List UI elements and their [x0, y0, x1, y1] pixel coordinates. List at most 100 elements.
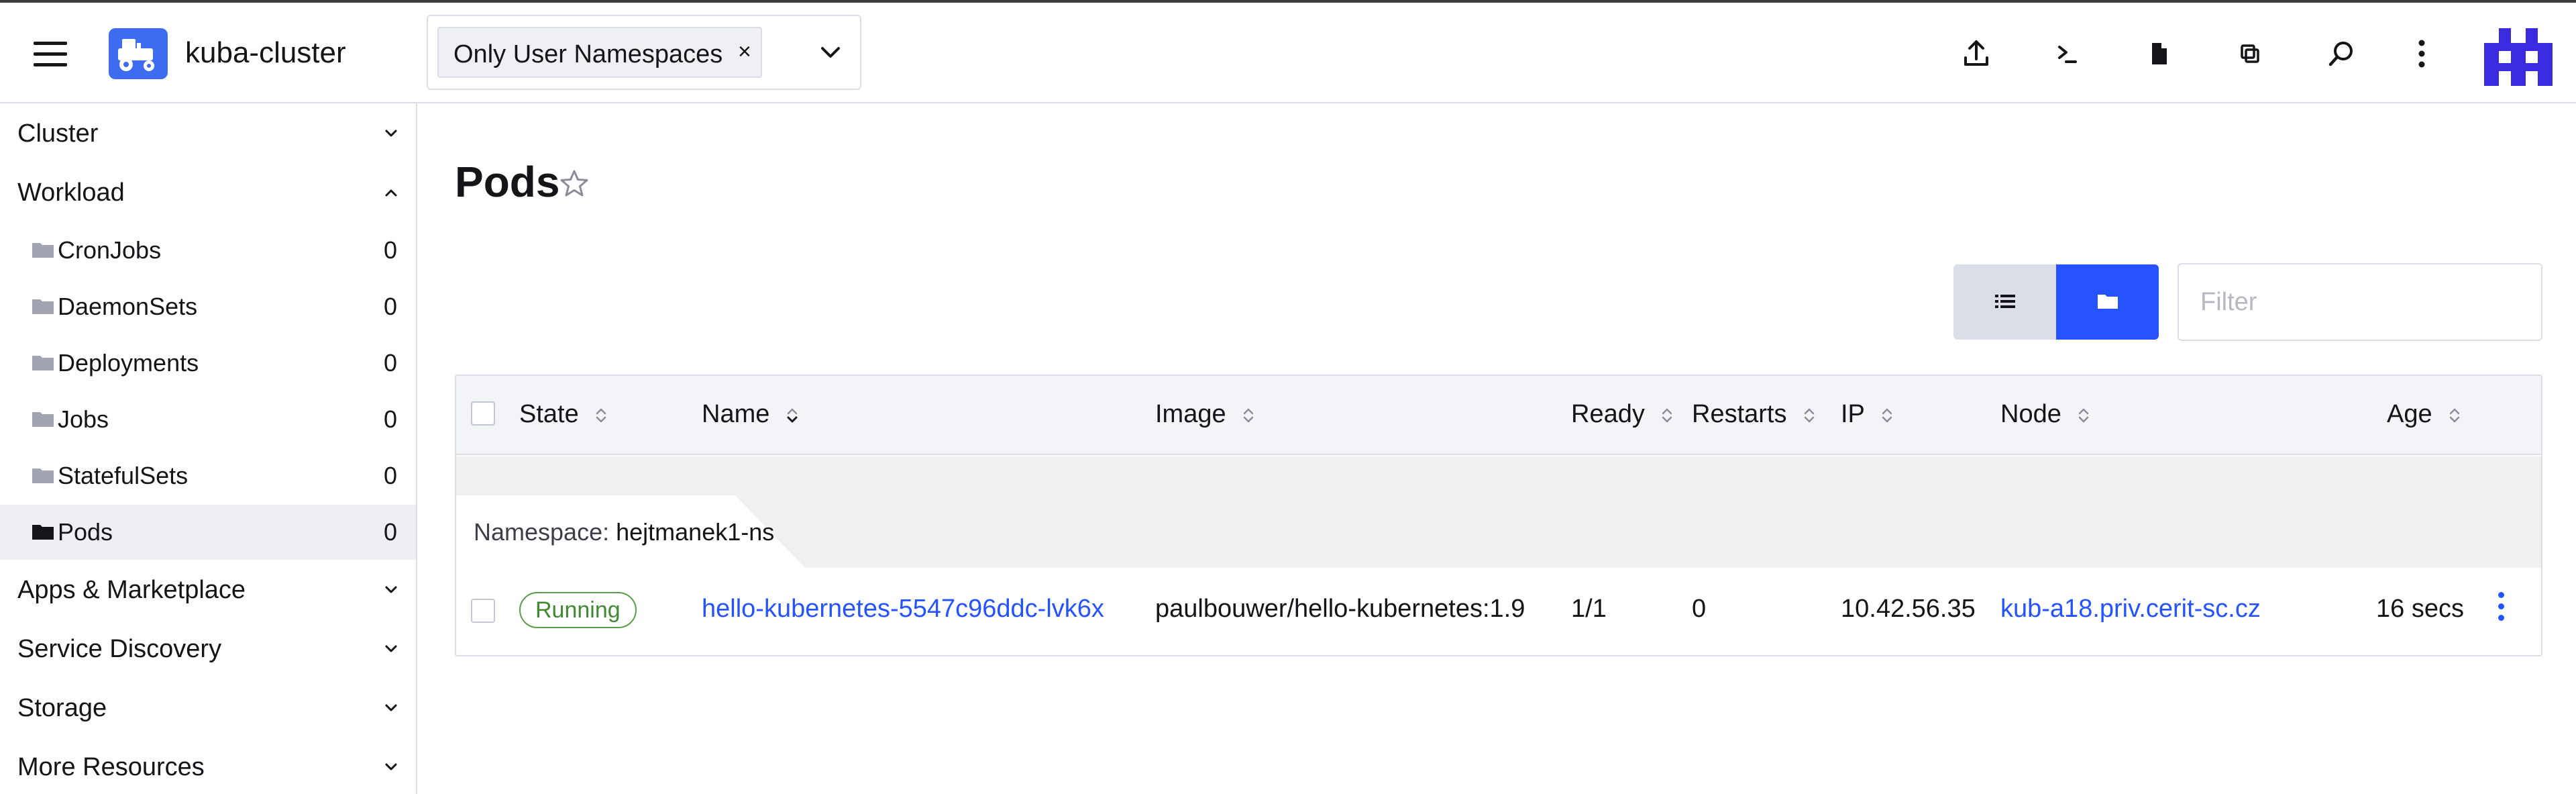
- flat-list-view-button[interactable]: [1953, 264, 2056, 340]
- column-header-label: Node: [2000, 400, 2061, 428]
- terminal-icon[interactable]: [2049, 35, 2086, 72]
- main-content: Pods State Name Im: [417, 103, 2576, 794]
- column-header-label: Ready: [1571, 400, 1645, 428]
- folder-icon: [32, 299, 54, 314]
- status-badge: Running: [519, 592, 637, 628]
- namespace-chip-remove-button[interactable]: ×: [738, 39, 751, 65]
- sidebar-item-label: Deployments: [58, 349, 199, 377]
- sidebar-item-count: 0: [384, 236, 398, 264]
- filter-input[interactable]: [2178, 263, 2542, 341]
- namespace-group-key: Namespace:: [474, 518, 610, 546]
- sidebar-item-count: 0: [384, 518, 398, 546]
- column-header-label: Image: [1155, 400, 1226, 428]
- namespace-group-label: Namespace: hejtmanek1-ns: [474, 518, 774, 546]
- top-bar: kuba-cluster Only User Namespaces ×: [0, 0, 2576, 103]
- sidebar-item-label: DaemonSets: [58, 293, 198, 320]
- sidebar-group-label: Workload: [17, 179, 125, 207]
- sort-icon: [1882, 408, 1892, 423]
- search-icon[interactable]: [2322, 35, 2360, 72]
- row-checkbox[interactable]: [471, 599, 495, 623]
- namespace-chip: Only User Namespaces ×: [437, 27, 762, 78]
- column-header-label: Age: [2387, 400, 2432, 428]
- pod-name-link[interactable]: hello-kubernetes-5547c96ddc-lvk6x: [702, 595, 1104, 624]
- sort-icon: [2079, 408, 2089, 423]
- sidebar-item-label: Pods: [58, 518, 113, 546]
- column-header-ip[interactable]: IP: [1841, 400, 1894, 429]
- sidebar-item-label: CronJobs: [58, 236, 162, 264]
- namespace-group-value: hejtmanek1-ns: [616, 518, 775, 546]
- view-mode-toggle: [1953, 264, 2159, 340]
- chevron-down-icon: [385, 704, 397, 711]
- upload-icon[interactable]: [1957, 35, 1995, 72]
- namespace-filter-select[interactable]: Only User Namespaces ×: [427, 15, 861, 90]
- sort-icon: [2449, 408, 2460, 423]
- folder-icon: [32, 243, 54, 258]
- sidebar-group-label: Apps & Marketplace: [17, 576, 246, 604]
- menu-icon[interactable]: [34, 42, 67, 67]
- page-title: Pods: [455, 158, 560, 206]
- sidebar-item-statefulsets[interactable]: StatefulSets 0: [0, 448, 416, 503]
- sidebar-item-count: 0: [384, 349, 398, 377]
- sidebar-group-storage[interactable]: Storage: [0, 681, 416, 734]
- select-all-checkbox[interactable]: [471, 401, 495, 426]
- sidebar-group-label: Storage: [17, 694, 107, 722]
- folder-icon: [2098, 295, 2118, 309]
- table-header: State Name Image Ready Restarts IP Node …: [456, 376, 2541, 455]
- folder-icon: [32, 525, 54, 540]
- column-header-node[interactable]: Node: [2000, 400, 2091, 429]
- sidebar-item-count: 0: [384, 462, 398, 489]
- sidebar-group-workload[interactable]: Workload: [0, 165, 416, 219]
- chevron-down-icon: [385, 130, 397, 137]
- column-header-restarts[interactable]: Restarts: [1692, 400, 1817, 429]
- pod-restarts: 0: [1692, 595, 1707, 623]
- sidebar-group-service-discovery[interactable]: Service Discovery: [0, 622, 416, 675]
- table-row: Running hello-kubernetes-5547c96ddc-lvk6…: [456, 568, 2541, 655]
- group-by-namespace-button[interactable]: [2056, 264, 2159, 340]
- sidebar-group-more-resources[interactable]: More Resources: [0, 740, 416, 793]
- chevron-down-icon: [385, 586, 397, 593]
- sidebar-item-daemonsets[interactable]: DaemonSets 0: [0, 279, 416, 334]
- column-header-ready[interactable]: Ready: [1571, 400, 1674, 429]
- column-header-age[interactable]: Age: [2387, 400, 2462, 429]
- chevron-down-icon: [385, 645, 397, 652]
- sidebar-item-pods[interactable]: Pods 0: [0, 505, 416, 560]
- column-header-image[interactable]: Image: [1155, 400, 1256, 429]
- pod-ready: 1/1: [1571, 595, 1607, 623]
- sort-ascending-icon: [787, 408, 798, 423]
- pod-ip: 10.42.56.35: [1841, 595, 1976, 623]
- sort-icon: [1662, 408, 1672, 423]
- cluster-logo-icon: [109, 28, 168, 79]
- more-vertical-icon[interactable]: [2403, 35, 2440, 72]
- pods-table: State Name Image Ready Restarts IP Node …: [455, 375, 2542, 656]
- sidebar-item-count: 0: [384, 293, 398, 320]
- file-icon[interactable]: [2140, 35, 2178, 72]
- pod-age: 16 secs: [2376, 595, 2464, 623]
- user-avatar[interactable]: [2484, 28, 2553, 86]
- column-header-name[interactable]: Name: [702, 400, 800, 429]
- column-header-state[interactable]: State: [519, 400, 608, 429]
- pod-node-link[interactable]: kub-a18.priv.cerit-sc.cz: [2000, 595, 2261, 624]
- column-header-label: IP: [1841, 400, 1865, 428]
- sidebar-item-jobs[interactable]: Jobs 0: [0, 392, 416, 447]
- chevron-down-icon[interactable]: [817, 39, 844, 66]
- folder-icon: [32, 412, 54, 427]
- row-actions-more-icon[interactable]: [2493, 592, 2509, 630]
- sidebar-group-label: Cluster: [17, 119, 99, 148]
- sidebar-group-label: Service Discovery: [17, 635, 222, 663]
- copy-icon[interactable]: [2231, 35, 2269, 72]
- column-header-label: Name: [702, 400, 770, 428]
- star-icon[interactable]: [558, 168, 590, 200]
- sort-icon: [1243, 408, 1254, 423]
- column-header-label: Restarts: [1692, 400, 1787, 428]
- cluster-name[interactable]: kuba-cluster: [185, 36, 346, 70]
- chevron-up-icon: [385, 189, 397, 197]
- sidebar-group-cluster[interactable]: Cluster: [0, 106, 416, 160]
- sidebar-item-cronjobs[interactable]: CronJobs 0: [0, 223, 416, 278]
- namespace-group-header: Namespace: hejtmanek1-ns: [456, 456, 2541, 568]
- sidebar-item-label: StatefulSets: [58, 462, 189, 489]
- namespace-chip-label: Only User Namespaces: [453, 40, 723, 68]
- list-icon: [1995, 295, 2015, 308]
- sidebar-group-apps-marketplace[interactable]: Apps & Marketplace: [0, 562, 416, 616]
- pod-image: paulbouwer/hello-kubernetes:1.9: [1155, 595, 1525, 623]
- sidebar-item-deployments[interactable]: Deployments 0: [0, 336, 416, 391]
